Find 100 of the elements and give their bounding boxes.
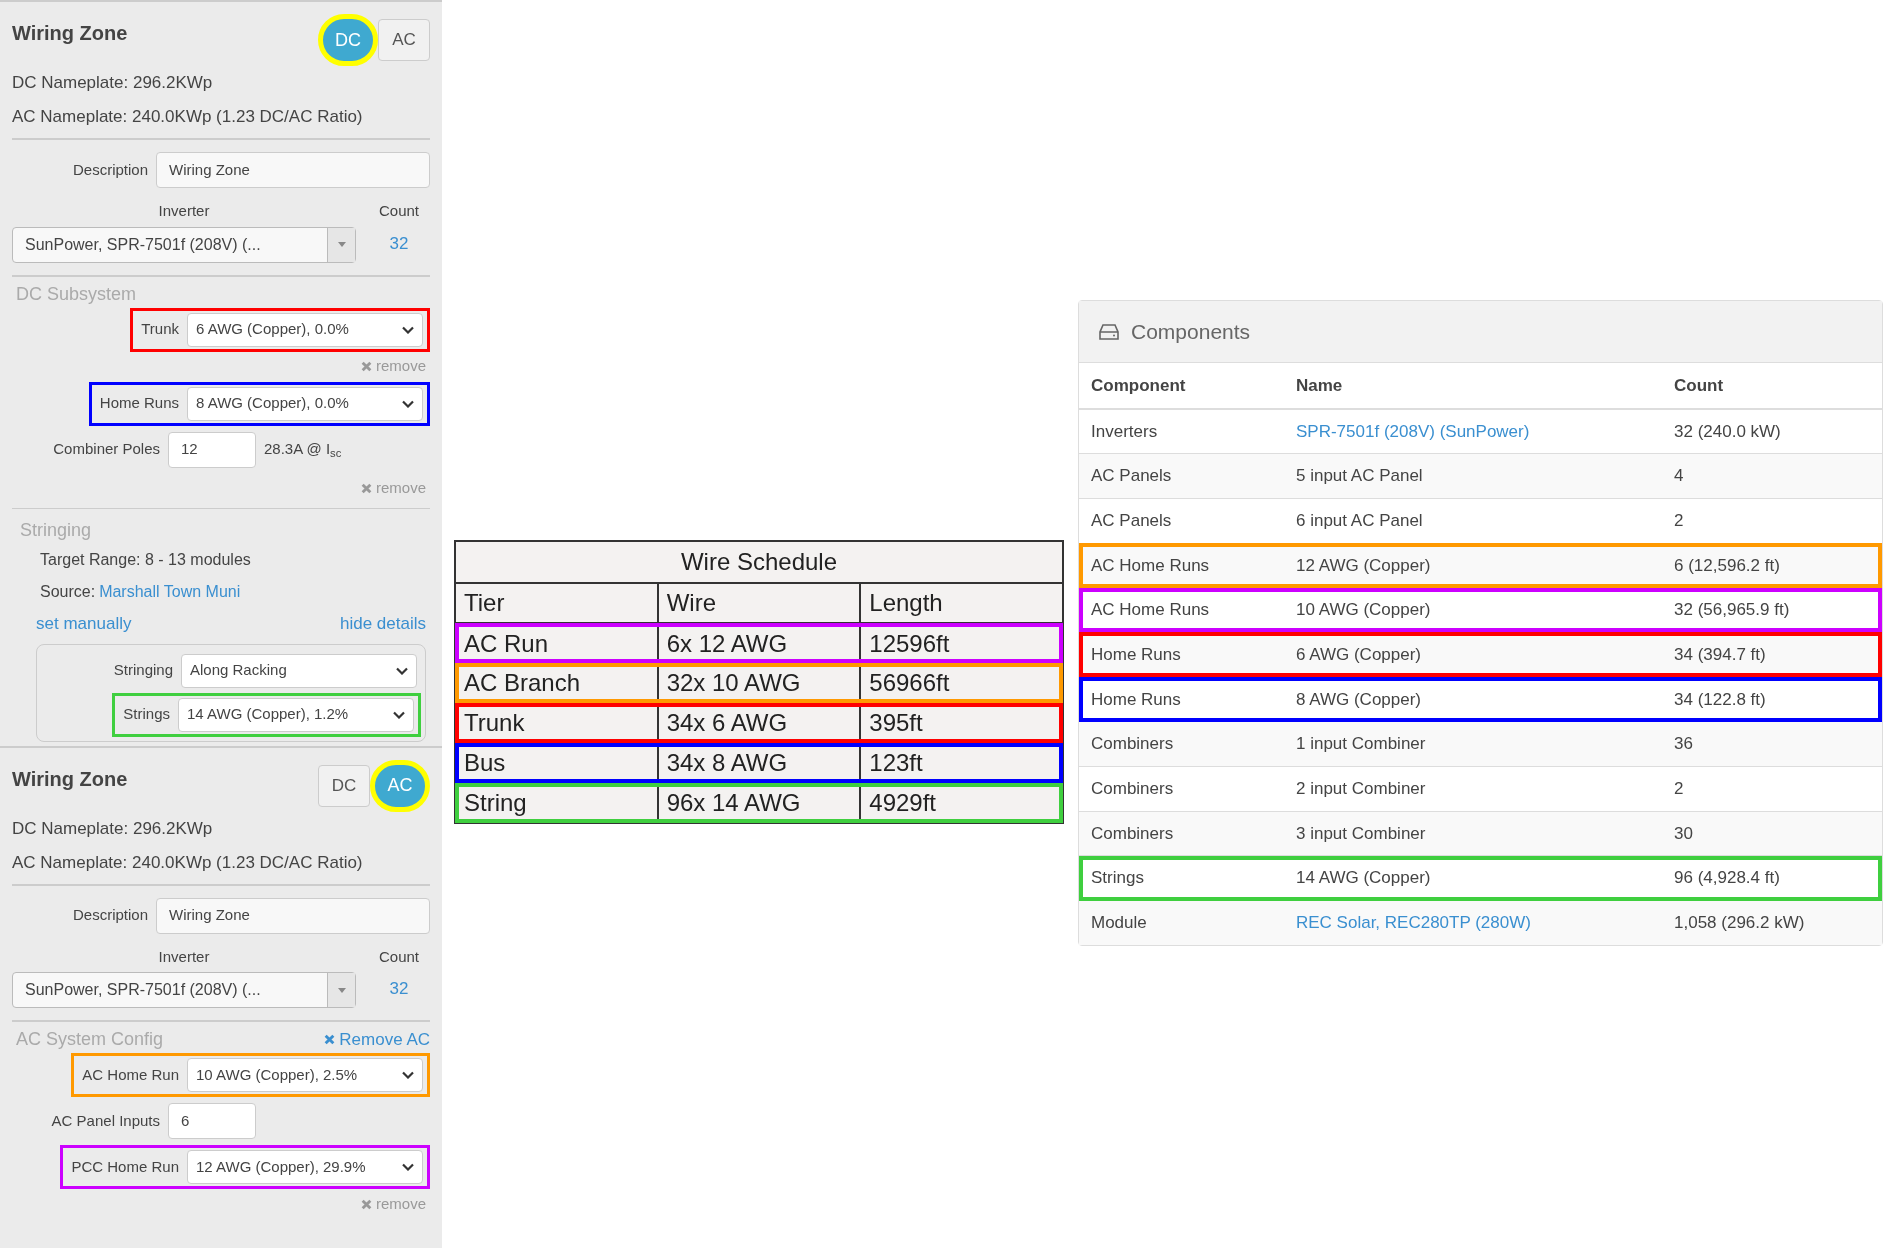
select-value: 6 AWG (Copper), 0.0%: [196, 319, 349, 340]
description-field[interactable]: Wiring Zone: [156, 152, 430, 188]
zone-title: Wiring Zone: [12, 766, 128, 792]
table-cell: 2 input Combiner: [1284, 766, 1662, 812]
column-header: Length: [860, 583, 1063, 623]
select-value: 10 AWG (Copper), 2.5%: [196, 1064, 358, 1085]
drive-icon: [1099, 323, 1119, 340]
toggle-button[interactable]: AC: [378, 19, 430, 61]
select-field[interactable]: Along Racking: [181, 653, 417, 688]
table-cell: Combiners: [1079, 766, 1284, 812]
table-cell: 56966ft: [860, 663, 1063, 703]
field-label: Home Runs: [99, 393, 179, 414]
table-cell: 32 (240.0 kW): [1662, 409, 1882, 454]
zone-title: Wiring Zone: [12, 21, 128, 46]
table-cell: AC Run: [455, 623, 658, 663]
field-label: Count: [379, 201, 419, 221]
close-icon: [324, 1034, 336, 1045]
table-cell: 30: [1662, 811, 1882, 856]
field-label: AC Panel Inputs: [50, 1110, 160, 1131]
field-label: PCC Home Run: [71, 1156, 179, 1177]
table-cell: 34x 6 AWG: [657, 703, 861, 743]
table-cell: 6x 12 AWG: [657, 623, 861, 663]
select-field[interactable]: 8 AWG (Copper), 0.0%: [187, 386, 423, 421]
table-cell: 12596ft: [860, 623, 1063, 663]
table-cell: Strings: [1079, 855, 1284, 901]
table-cell: 34 (122.8 ft): [1662, 677, 1882, 722]
field-label: Count: [379, 946, 419, 967]
table-cell: 14 AWG (Copper): [1284, 855, 1662, 901]
select-field[interactable]: 14 AWG (Copper), 1.2%: [178, 697, 414, 732]
inverter-select[interactable]: SunPower, SPR-7501f (208V) (...: [12, 972, 356, 1008]
chevron-down-icon: [402, 1163, 414, 1171]
toggle-button[interactable]: DC: [318, 764, 370, 807]
column-header: Wire: [657, 583, 861, 623]
input-field[interactable]: 12: [168, 431, 256, 468]
field-label: Inverter: [157, 201, 211, 221]
table-cell: String: [455, 783, 658, 823]
close-icon: [360, 1198, 372, 1210]
section-heading: AC System Config: [16, 1028, 164, 1051]
table-cell: 36: [1662, 721, 1882, 767]
table-cell: Combiners: [1079, 721, 1284, 767]
chevron-down-icon: [402, 325, 414, 334]
table-cell: Bus: [455, 743, 658, 783]
field-label: AC Home Run: [82, 1064, 179, 1085]
table-cell: 6 (12,596.2 ft): [1662, 543, 1882, 588]
table-cell: 4: [1662, 453, 1882, 499]
field-label: Stringing: [113, 660, 173, 681]
nameplate-text: DC Nameplate: 296.2KWp: [12, 72, 214, 95]
panel-title: Components: [1131, 318, 1251, 345]
target-range-text: Target Range: 8 - 13 modules: [39, 549, 252, 570]
select-value: 8 AWG (Copper), 0.0%: [196, 393, 349, 414]
table-cell: 1 input Combiner: [1284, 721, 1662, 767]
name-link[interactable]: SPR-7501f (208V) (SunPower): [1284, 409, 1662, 454]
inverter-select[interactable]: SunPower, SPR-7501f (208V) (...: [12, 226, 356, 263]
select-value: 14 AWG (Copper), 1.2%: [187, 704, 349, 725]
close-icon: [360, 483, 372, 494]
section-heading: DC Subsystem: [16, 282, 137, 306]
table-cell: 395ft: [860, 703, 1063, 743]
select-field[interactable]: 12 AWG (Copper), 29.9%: [187, 1150, 423, 1184]
chevron-down-icon: [396, 666, 408, 675]
chevron-down-icon: [393, 710, 405, 719]
select-field[interactable]: 6 AWG (Copper), 0.0%: [187, 312, 423, 347]
nameplate-text: AC Nameplate: 240.0KWp (1.23 DC/AC Ratio): [12, 851, 364, 874]
table-cell: Module: [1079, 900, 1284, 946]
column-header: Tier: [455, 583, 658, 623]
table-cell: 12 AWG (Copper): [1284, 543, 1662, 588]
chevron-down-icon: [402, 1071, 414, 1079]
table-cell: AC Home Runs: [1079, 543, 1284, 588]
table-cell: AC Panels: [1079, 453, 1284, 499]
field-label: Inverter: [157, 946, 211, 967]
table-cell: 1,058 (296.2 kW): [1662, 900, 1882, 946]
input-field[interactable]: 6: [168, 1103, 256, 1139]
nameplate-text: AC Nameplate: 240.0KWp (1.23 DC/AC Ratio): [12, 106, 364, 129]
table-cell: 2: [1662, 766, 1882, 812]
chevron-down-icon: [402, 399, 414, 408]
description-field[interactable]: Wiring Zone: [156, 897, 430, 934]
table-cell: Combiners: [1079, 811, 1284, 856]
current-note: 28.3A @ I$_{sc}$: [264, 439, 342, 461]
field-label: Description: [71, 159, 148, 180]
select-value: Along Racking: [190, 660, 287, 681]
field-label: Combiner Poles: [52, 439, 160, 460]
source-label: Source:: [40, 581, 96, 602]
table-cell: 96x 14 AWG: [657, 783, 861, 823]
section-heading: Stringing: [12, 507, 430, 544]
field-label: Description: [71, 905, 148, 926]
table-cell: 34x 8 AWG: [657, 743, 861, 783]
select-field[interactable]: 10 AWG (Copper), 2.5%: [187, 1058, 423, 1092]
table-cell: 32x 10 AWG: [657, 663, 861, 703]
table-cell: 3 input Combiner: [1284, 811, 1662, 856]
table-cell: 4929ft: [860, 783, 1063, 823]
select-value: 12 AWG (Copper), 29.9%: [196, 1156, 366, 1177]
field-label: Trunk: [141, 319, 179, 340]
nameplate-text: DC Nameplate: 296.2KWp: [12, 817, 214, 840]
field-label: Strings: [123, 704, 170, 725]
caret-icon: [337, 987, 346, 993]
table-cell: 123ft: [860, 743, 1063, 783]
caret-icon: [337, 242, 346, 247]
table-title: Wire Schedule: [455, 541, 1063, 583]
table-cell: Trunk: [455, 703, 658, 743]
table-cell: 5 input AC Panel: [1284, 453, 1662, 499]
table-cell: AC Branch: [455, 663, 658, 703]
